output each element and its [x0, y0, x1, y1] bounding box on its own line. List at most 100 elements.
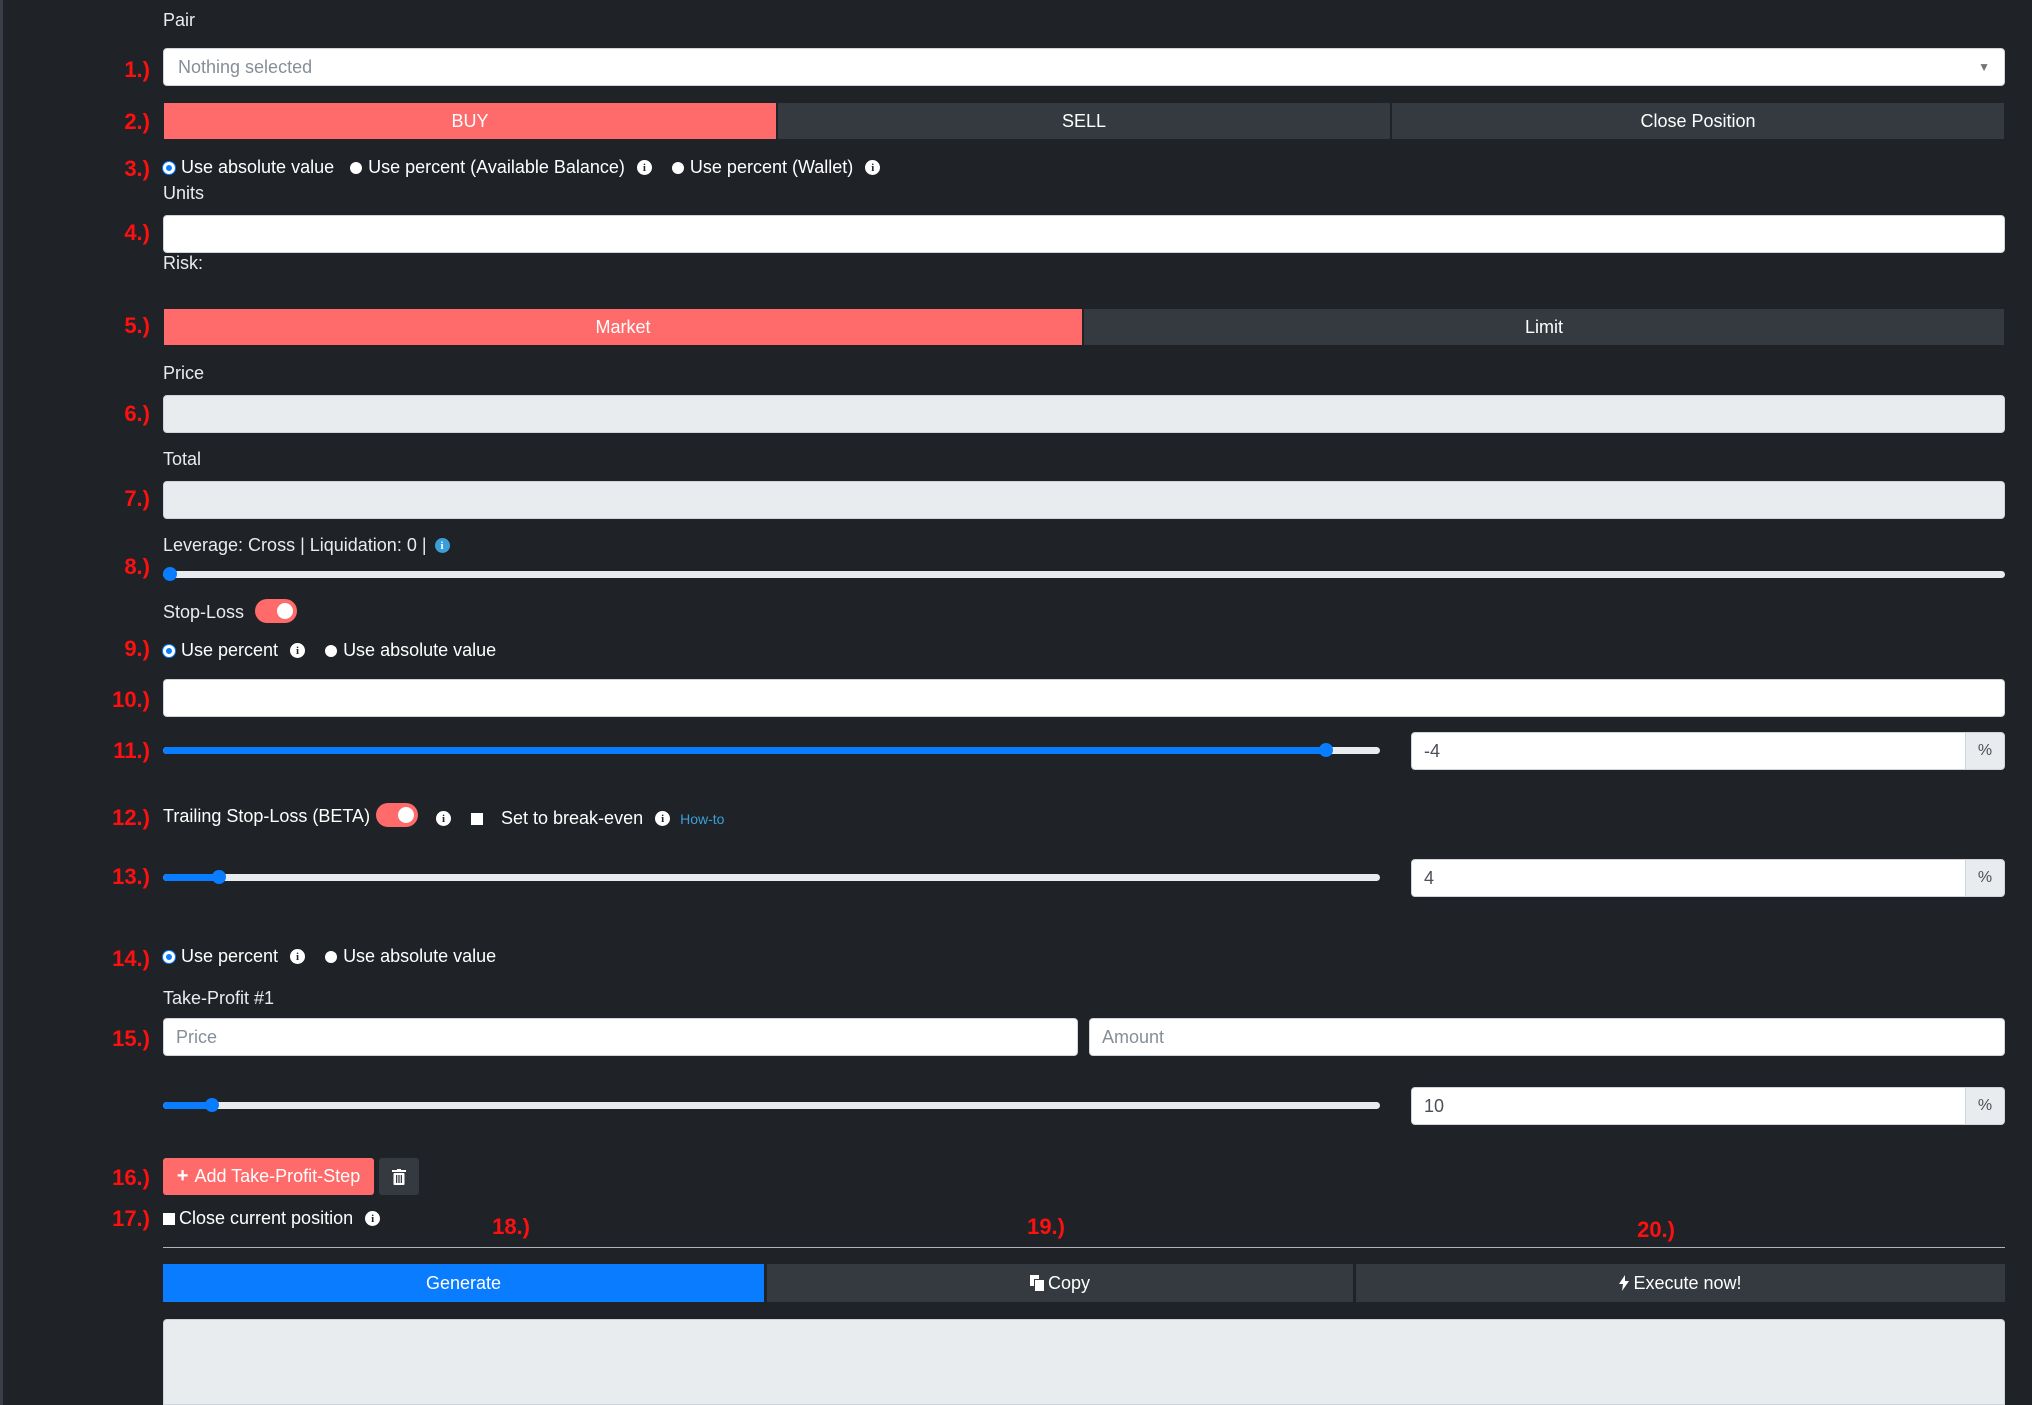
break-even-checkbox[interactable] — [471, 812, 483, 825]
radio-absolute-value-label: Use absolute value — [181, 157, 335, 177]
info-icon[interactable]: i — [436, 811, 451, 826]
toggle-knob — [277, 603, 293, 619]
trailing-percent-input[interactable] — [1411, 859, 1966, 897]
info-icon[interactable]: i — [636, 160, 652, 175]
info-icon[interactable]: i — [865, 160, 881, 175]
radio-sl-absolute[interactable] — [325, 644, 338, 657]
info-icon[interactable]: i — [290, 949, 306, 964]
radio-percent-wallet[interactable] — [671, 161, 684, 174]
stop-loss-slider[interactable] — [163, 743, 1380, 757]
buy-button[interactable]: BUY — [163, 102, 777, 140]
howto-link[interactable]: How-to — [680, 811, 724, 827]
trailing-toggle[interactable] — [376, 803, 418, 827]
delete-step-button[interactable] — [379, 1158, 419, 1195]
radio-sl-percent[interactable] — [163, 644, 175, 657]
toggle-knob — [398, 807, 414, 823]
add-take-profit-label: Add Take-Profit-Step — [194, 1166, 361, 1186]
trailing-row: Trailing Stop-Loss (BETA) — [163, 806, 370, 827]
radio-tp-percent-label: Use percent — [181, 946, 279, 966]
order-type-segment: Market Limit — [163, 308, 2005, 346]
units-input[interactable] — [163, 215, 2005, 253]
take-profit-amount-input[interactable] — [1089, 1018, 2005, 1056]
close-position-checkbox[interactable] — [163, 1212, 175, 1225]
step-number-3: 3.) — [124, 156, 150, 181]
price-label: Price — [163, 363, 205, 383]
radio-tp-absolute-label: Use absolute value — [343, 946, 497, 966]
copy-button[interactable]: Copy — [767, 1264, 1353, 1302]
step-number-7: 7.) — [124, 486, 150, 511]
generate-button[interactable]: Generate — [163, 1264, 764, 1302]
step-number-14: 14.) — [112, 946, 150, 971]
radio-sl-absolute-label: Use absolute value — [343, 640, 497, 660]
total-input[interactable] — [163, 481, 2005, 519]
radio-tp-absolute[interactable] — [325, 950, 338, 963]
slider-thumb[interactable] — [212, 870, 226, 884]
step-number-9: 9.) — [124, 636, 150, 661]
radio-percent-wallet-label: Use percent (Wallet) — [689, 157, 854, 177]
slider-thumb[interactable] — [1319, 743, 1333, 757]
output-textarea[interactable] — [163, 1319, 2005, 1405]
step-number-20: 20.) — [1637, 1217, 1675, 1242]
radio-sl-percent-label: Use percent — [181, 640, 279, 660]
slider-thumb[interactable] — [163, 567, 177, 581]
side-segment: BUY SELL Close Position — [163, 102, 2005, 140]
limit-button[interactable]: Limit — [1083, 308, 2005, 346]
price-input[interactable] — [163, 395, 2005, 433]
take-profit-slider[interactable] — [163, 1098, 1380, 1112]
slider-fill — [163, 747, 1326, 754]
bolt-icon — [1619, 1275, 1630, 1291]
trailing-slider[interactable] — [163, 870, 1380, 884]
info-icon[interactable]: i — [365, 1211, 381, 1226]
take-profit-percent-input[interactable] — [1411, 1087, 1966, 1125]
percent-addon: % — [1965, 732, 2005, 770]
close-position-button[interactable]: Close Position — [1391, 102, 2005, 140]
stop-loss-toggle[interactable] — [255, 599, 297, 623]
copy-icon — [1029, 1275, 1044, 1291]
step-number-17: 17.) — [112, 1206, 150, 1231]
step-number-10: 10.) — [112, 687, 150, 712]
step-number-5: 5.) — [124, 313, 150, 338]
step-number-16: 16.) — [112, 1165, 150, 1190]
execute-button[interactable]: Execute now! — [1356, 1264, 2005, 1302]
info-icon[interactable]: i — [434, 538, 450, 553]
leverage-label: Leverage: Cross | Liquidation: 0 | — [163, 535, 427, 555]
break-even-row: i Set to break-even i How-to — [420, 808, 724, 829]
take-profit-mode-group: Use percent i Use absolute value — [163, 946, 496, 967]
pair-label: Pair — [163, 10, 196, 30]
pair-select[interactable]: Nothing selected ▼ — [163, 48, 2005, 86]
leverage-row: Leverage: Cross | Liquidation: 0 | i — [163, 535, 450, 556]
step-number-12: 12.) — [112, 805, 150, 830]
market-button[interactable]: Market — [163, 308, 1083, 346]
left-edge — [0, 0, 3, 1405]
stop-loss-input[interactable] — [163, 679, 2005, 717]
stop-loss-percent-input[interactable] — [1411, 732, 1966, 770]
add-take-profit-button[interactable]: + Add Take-Profit-Step — [163, 1158, 374, 1195]
slider-thumb[interactable] — [205, 1098, 219, 1112]
radio-percent-available[interactable] — [350, 161, 363, 174]
break-even-label: Set to break-even — [501, 808, 644, 828]
divider — [163, 1247, 2005, 1248]
risk-label: Risk: — [163, 253, 203, 273]
amount-mode-group: Use absolute value Use percent (Availabl… — [163, 157, 900, 178]
step-number-18: 18.) — [492, 1214, 530, 1239]
close-position-label: Close current position — [179, 1208, 354, 1228]
take-profit-price-input[interactable] — [163, 1018, 1078, 1056]
leverage-slider[interactable] — [163, 567, 2005, 581]
info-icon[interactable]: i — [290, 643, 306, 658]
close-position-row: Close current position i — [163, 1208, 400, 1229]
radio-absolute-value[interactable] — [163, 161, 175, 174]
take-profit-step-label: Take-Profit #1 — [163, 988, 275, 1008]
plus-icon: + — [176, 1165, 189, 1187]
total-label: Total — [163, 449, 202, 469]
percent-addon: % — [1965, 1087, 2005, 1125]
step-number-1: 1.) — [124, 57, 150, 82]
sell-button[interactable]: SELL — [777, 102, 1391, 140]
slider-fill — [163, 874, 219, 881]
chevron-down-icon: ▼ — [1978, 60, 1990, 74]
radio-tp-percent[interactable] — [163, 950, 175, 963]
step-number-2: 2.) — [124, 109, 150, 134]
stop-loss-label: Stop-Loss — [163, 602, 245, 622]
info-icon[interactable]: i — [655, 811, 671, 826]
percent-addon: % — [1965, 859, 2005, 897]
step-number-19: 19.) — [1027, 1214, 1065, 1239]
